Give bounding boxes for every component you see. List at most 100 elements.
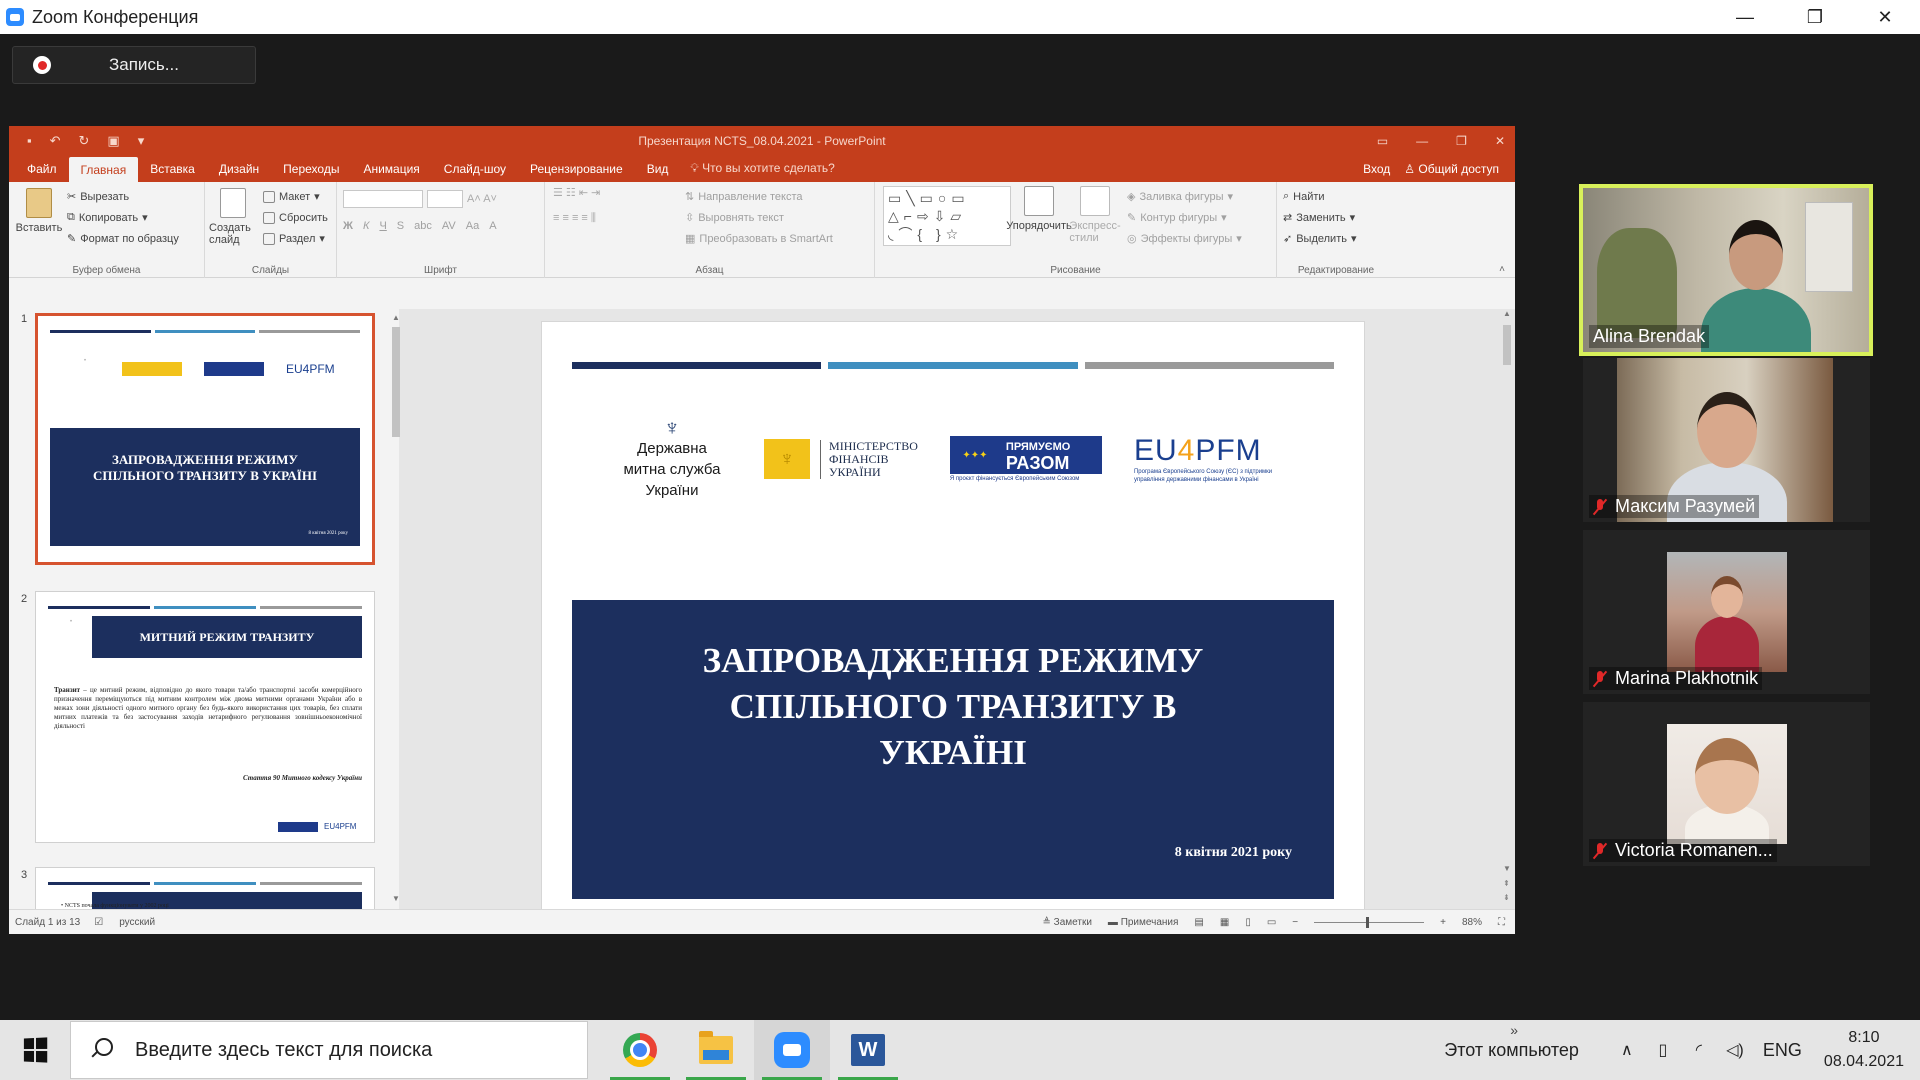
- italic-icon[interactable]: К: [363, 220, 369, 232]
- slide-title[interactable]: ЗАПРОВАДЖЕННЯ РЕЖИМУ СПІЛЬНОГО ТРАНЗИТУ …: [572, 638, 1334, 776]
- layout-button[interactable]: Макет ▾: [263, 186, 328, 207]
- case-icon[interactable]: Aa: [466, 220, 479, 232]
- participant-tile[interactable]: Victoria Romanen...: [1583, 702, 1870, 866]
- list-icons[interactable]: ☰ ☷ ⇤ ⇥: [553, 186, 600, 199]
- new-slide-button[interactable]: Создать слайд: [209, 188, 257, 246]
- redo-icon[interactable]: ↻: [79, 133, 90, 149]
- zoom-level[interactable]: 88%: [1462, 917, 1482, 928]
- comments-button[interactable]: ▬ Примечания: [1108, 917, 1179, 928]
- language-indicator[interactable]: ENG: [1763, 1040, 1802, 1061]
- slideshow-icon[interactable]: ▣: [107, 133, 119, 149]
- show-more-icon[interactable]: »: [1510, 1022, 1518, 1038]
- section-button[interactable]: Раздел ▾: [263, 228, 328, 249]
- taskbar-app-word[interactable]: W: [830, 1020, 906, 1080]
- scroll-thumb[interactable]: [1503, 325, 1511, 365]
- spellcheck-icon[interactable]: ☑: [94, 917, 103, 928]
- slide-scrollbar[interactable]: ▲ ▼ ⇞ ⇟: [1500, 309, 1514, 909]
- tab-animations[interactable]: Анимация: [351, 162, 431, 182]
- shadow-icon[interactable]: S: [397, 220, 404, 232]
- zoom-out-icon[interactable]: −: [1292, 917, 1298, 928]
- participant-tile[interactable]: Максим Разумей: [1583, 358, 1870, 522]
- customize-qat-icon[interactable]: ▾: [138, 133, 145, 149]
- participant-tile[interactable]: Marina Plakhotnik: [1583, 530, 1870, 694]
- shape-effects-button[interactable]: ◎ Эффекты фигуры ▾: [1127, 228, 1242, 249]
- font-name-box[interactable]: [343, 189, 423, 208]
- shapes-gallery[interactable]: ▭╲▭○▭ △⌐⇨⇩▱ ◟⌒{ }☆: [883, 186, 1011, 246]
- slide-date[interactable]: 8 квітня 2021 року: [1175, 845, 1292, 861]
- arrange-button[interactable]: Упорядочить: [1006, 186, 1072, 232]
- fit-slide-icon[interactable]: ⛶: [1498, 917, 1505, 928]
- spacing-icon[interactable]: AV: [442, 220, 456, 232]
- font-size-box[interactable]: [427, 189, 463, 208]
- taskbar-app-explorer[interactable]: [678, 1020, 754, 1080]
- collapse-ribbon-icon[interactable]: ˄: [1499, 264, 1505, 275]
- tab-view[interactable]: Вид: [635, 162, 681, 182]
- tab-review[interactable]: Рецензирование: [518, 162, 635, 182]
- ribbon-display-icon[interactable]: ▭: [1377, 134, 1388, 148]
- wifi-icon[interactable]: ◜: [1689, 1040, 1709, 1060]
- font-color-icon[interactable]: A: [489, 220, 496, 232]
- recording-indicator[interactable]: Запись...: [12, 46, 256, 84]
- next-slide-icon[interactable]: ⇟: [1503, 893, 1510, 902]
- replace-button[interactable]: ⇄ Заменить ▾: [1283, 207, 1389, 228]
- scroll-thumb[interactable]: [392, 327, 400, 437]
- cut-button[interactable]: ✂ Вырезать: [67, 186, 179, 207]
- language-indicator[interactable]: русский: [119, 917, 155, 928]
- paste-button[interactable]: Вставить: [15, 188, 63, 234]
- clock[interactable]: 8:10 08.04.2021: [1824, 1026, 1904, 1074]
- text-direction-button[interactable]: ⇅ Направление текста: [685, 186, 833, 207]
- ppt-restore-icon[interactable]: ❐: [1456, 134, 1467, 148]
- notes-button[interactable]: ≜ Заметки: [1042, 917, 1091, 928]
- main-slide[interactable]: ♆ Державна митна служба України ♆ МІНІСТ…: [541, 321, 1365, 934]
- grow-font-icon[interactable]: A˄ A˅: [467, 193, 497, 205]
- quick-styles-button[interactable]: Экспресс-стили: [1069, 186, 1121, 244]
- slide-thumbnail-1[interactable]: ♆ EU4PFM ЗАПРОВАДЖЕННЯ РЕЖИМУ СПІЛЬНОГО …: [35, 313, 375, 565]
- tab-home[interactable]: Главная: [68, 157, 139, 182]
- volume-icon[interactable]: ◁): [1725, 1040, 1745, 1060]
- tell-me-box[interactable]: 💡︎ Что вы хотите сделать?: [680, 161, 846, 182]
- shape-outline-button[interactable]: ✎ Контур фигуры ▾: [1127, 207, 1242, 228]
- reading-view-icon[interactable]: ▯: [1245, 917, 1251, 928]
- zoom-slider[interactable]: [1314, 916, 1425, 928]
- taskbar-app-zoom[interactable]: [754, 1020, 830, 1080]
- slide-thumbnail-2[interactable]: ♆ МИТНИЙ РЕЖИМ ТРАНЗИТУ Транзит – це мит…: [35, 591, 375, 843]
- scroll-up-icon[interactable]: ▲: [392, 313, 400, 322]
- tab-design[interactable]: Дизайн: [207, 162, 271, 182]
- align-icons[interactable]: ≡ ≡ ≡ ≡ ⫼: [553, 212, 596, 225]
- participant-tile[interactable]: Alina Brendak: [1579, 184, 1873, 356]
- reset-button[interactable]: Сбросить: [263, 207, 328, 228]
- save-icon[interactable]: ▪: [27, 133, 32, 149]
- underline-icon[interactable]: Ч: [379, 220, 386, 232]
- bold-icon[interactable]: Ж: [343, 220, 353, 232]
- align-text-button[interactable]: ⇳ Выровнять текст: [685, 207, 833, 228]
- copy-button[interactable]: ⧉ Копировать ▾: [67, 207, 179, 228]
- slideshow-view-icon[interactable]: ▭: [1267, 917, 1276, 928]
- sorter-view-icon[interactable]: ▦: [1220, 917, 1229, 928]
- smartart-button[interactable]: ▦ Преобразовать в SmartArt: [685, 228, 833, 249]
- shape-fill-button[interactable]: ◈ Заливка фигуры ▾: [1127, 186, 1242, 207]
- restore-button[interactable]: ❐: [1780, 0, 1850, 34]
- prev-slide-icon[interactable]: ⇞: [1503, 879, 1510, 888]
- strike-icon[interactable]: abc: [414, 220, 432, 232]
- tab-file[interactable]: Файл: [15, 162, 69, 182]
- tab-slideshow[interactable]: Слайд-шоу: [432, 162, 518, 182]
- chevron-up-icon[interactable]: ∧: [1617, 1040, 1637, 1060]
- search-box[interactable]: Введите здесь текст для поиска: [70, 1021, 588, 1079]
- tab-insert[interactable]: Вставка: [138, 162, 207, 182]
- start-button[interactable]: [0, 1020, 70, 1080]
- scroll-up-icon[interactable]: ▲: [1503, 309, 1511, 318]
- scroll-down-icon[interactable]: ▼: [1503, 864, 1511, 873]
- share-button[interactable]: ♙ Общий доступ: [1404, 162, 1499, 176]
- ppt-close-icon[interactable]: ✕: [1495, 134, 1505, 148]
- thumbnail-scrollbar[interactable]: ▲ ▼: [390, 313, 402, 903]
- select-button[interactable]: ➶ Выделить ▾: [1283, 228, 1389, 249]
- tab-transitions[interactable]: Переходы: [271, 162, 351, 182]
- taskbar-app-chrome[interactable]: [602, 1020, 678, 1080]
- format-painter-button[interactable]: ✎ Формат по образцу: [67, 228, 179, 249]
- normal-view-icon[interactable]: ▤: [1194, 917, 1203, 928]
- signin-link[interactable]: Вход: [1363, 162, 1390, 176]
- ppt-minimize-icon[interactable]: —: [1416, 134, 1428, 148]
- minimize-button[interactable]: —: [1710, 0, 1780, 34]
- this-pc-toolbar[interactable]: Этот компьютер: [1444, 1040, 1579, 1061]
- scroll-down-icon[interactable]: ▼: [392, 894, 400, 903]
